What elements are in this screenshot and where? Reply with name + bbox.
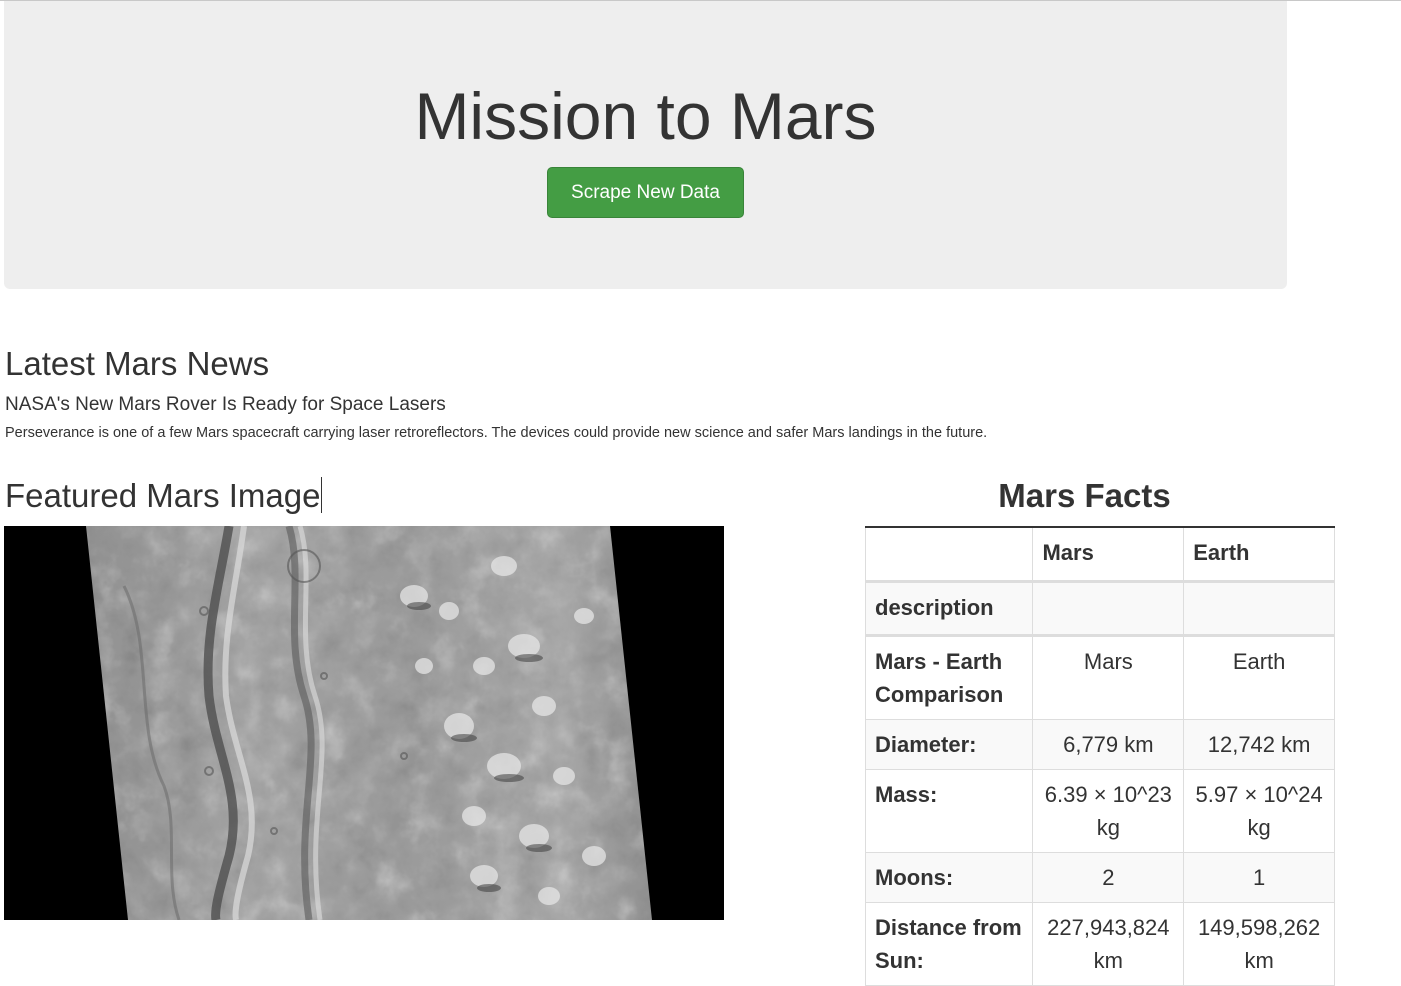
- mars-value: 6,779 km: [1032, 718, 1185, 770]
- earth-value: [1183, 580, 1335, 637]
- featured-mars-image[interactable]: [4, 526, 724, 920]
- table-row: Distance from Sun: 227,943,824 km 149,59…: [864, 901, 1335, 986]
- earth-value: Earth: [1183, 634, 1335, 720]
- row-label: Mass:: [864, 768, 1034, 853]
- scrape-new-data-button[interactable]: Scrape New Data: [547, 167, 744, 218]
- header-jumbotron: Mission to Mars Scrape New Data: [4, 1, 1287, 289]
- table-row: Mass: 6.39 × 10^23 kg 5.97 × 10^24 kg: [864, 768, 1335, 853]
- page-title: Mission to Mars: [414, 79, 877, 153]
- row-label: Moons:: [864, 851, 1034, 903]
- mars-facts-table: Mars Earth description Mars - Earth Comp…: [864, 526, 1335, 986]
- earth-value: 5.97 × 10^24 kg: [1183, 768, 1335, 853]
- mars-value: [1032, 580, 1185, 637]
- facts-col-header-mars: Mars: [1032, 526, 1185, 583]
- news-title: NASA's New Mars Rover Is Ready for Space…: [5, 394, 446, 415]
- row-label: description: [864, 580, 1034, 637]
- facts-header-row: Mars Earth: [864, 526, 1335, 583]
- mars-facts-heading: Mars Facts: [998, 477, 1171, 514]
- earth-value: 149,598,262 km: [1183, 901, 1335, 986]
- row-label: Distance from Sun:: [864, 901, 1034, 986]
- text-cursor: [321, 477, 323, 513]
- news-teaser: Perseverance is one of a few Mars spacec…: [5, 425, 988, 441]
- facts-col-header-earth: Earth: [1183, 526, 1335, 583]
- news-heading: Latest Mars News: [5, 345, 270, 382]
- mars-value: 227,943,824 km: [1032, 901, 1185, 986]
- featured-image-heading: Featured Mars Image: [5, 476, 323, 516]
- row-label: Diameter:: [864, 718, 1034, 770]
- mars-value: Mars: [1032, 634, 1185, 720]
- mars-value: 2: [1032, 851, 1185, 903]
- facts-col-header: [864, 526, 1034, 583]
- earth-value: 1: [1183, 851, 1335, 903]
- table-row: Diameter: 6,779 km 12,742 km: [864, 718, 1335, 770]
- row-label: Mars - Earth Comparison: [864, 634, 1034, 720]
- table-row: Moons: 2 1: [864, 851, 1335, 903]
- earth-value: 12,742 km: [1183, 718, 1335, 770]
- featured-image-heading-text: Featured Mars Image: [5, 477, 321, 514]
- table-row: Mars - Earth Comparison Mars Earth: [864, 634, 1335, 720]
- mars-value: 6.39 × 10^23 kg: [1032, 768, 1185, 853]
- table-row: description: [864, 580, 1335, 637]
- mars-terrain-image: [4, 526, 724, 920]
